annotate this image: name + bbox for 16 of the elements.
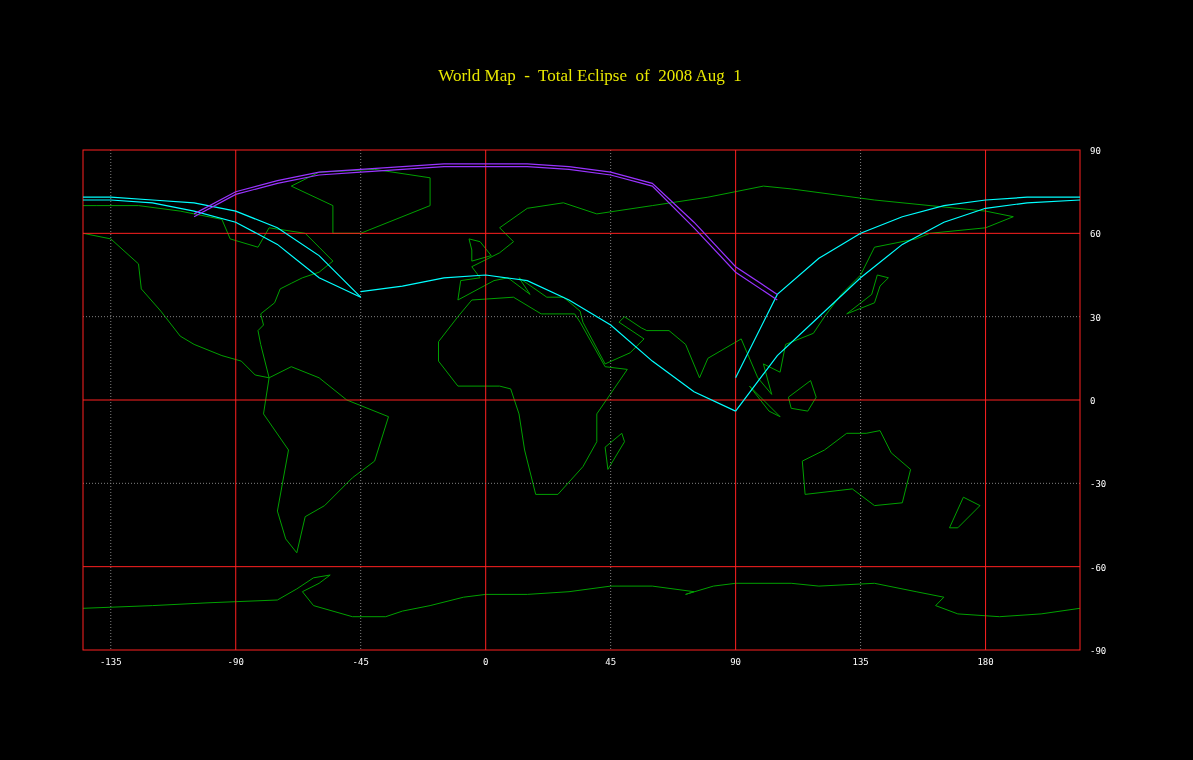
axis-tick-label: 45 xyxy=(605,657,617,667)
axis-tick-label: 90 xyxy=(730,657,742,667)
axis-tick-label: -90 xyxy=(227,657,244,667)
chart-title: World Map - Total Eclipse of 2008 Aug 1 xyxy=(438,66,742,85)
axis-tick-label: 60 xyxy=(1090,229,1101,240)
axis-tick-label: 30 xyxy=(1090,312,1101,323)
axis-tick-label: 0 xyxy=(1090,396,1096,406)
axis-tick-label: -135 xyxy=(99,657,122,667)
axis-tick-label: -90 xyxy=(1090,646,1107,656)
axis-tick-label: -30 xyxy=(1090,479,1107,490)
axis-tick-label: 180 xyxy=(977,657,994,667)
axis-tick-label: 135 xyxy=(852,657,869,667)
axis-tick-label: 90 xyxy=(1090,146,1101,156)
axis-tick-label: -45 xyxy=(352,657,369,667)
axis-tick-label: 0 xyxy=(483,657,489,667)
axis-tick-label: -60 xyxy=(1090,562,1107,573)
